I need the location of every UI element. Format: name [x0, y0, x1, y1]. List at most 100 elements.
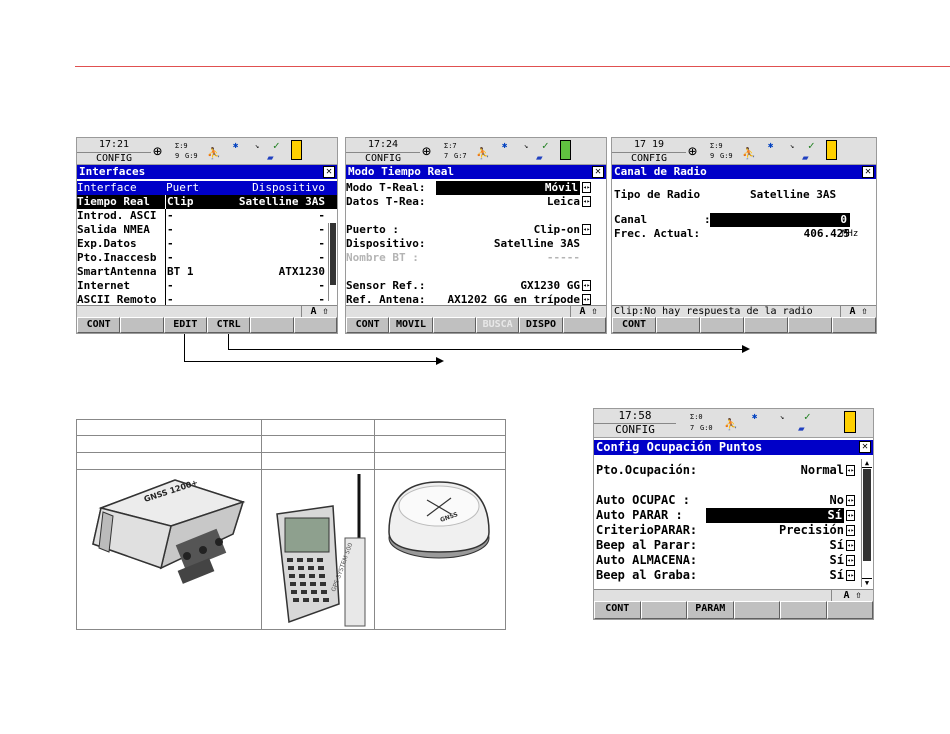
sat-count-right: G:9 [185, 152, 198, 160]
frequency-row: Frec. Actual: 406.425 MHz [612, 227, 876, 241]
tilt-icon: ↘ [790, 142, 795, 150]
field-row-pto-ocupaci-n[interactable]: Pto.Ocupación: Normal ◂▸ [594, 463, 873, 478]
rtk-rover-icon: ⛹ [207, 147, 221, 160]
radio-fields: Tipo de Radio Satelline 3AS Canal : 0 Fr… [612, 188, 876, 241]
field-row-auto-ocupac[interactable]: Auto OCUPAC : No ◂▸ [594, 493, 873, 508]
field-value[interactable]: Sí [706, 508, 844, 523]
field-row-datos-t-rea[interactable]: Datos T-Rea: Leica ◂▸ [346, 195, 606, 209]
choice-arrows-icon[interactable]: ◂▸ [582, 196, 591, 207]
table-row[interactable]: Internet - - [77, 279, 337, 293]
field-value[interactable]: Clip-on [436, 223, 580, 237]
tilt-icon: ↘ [780, 413, 785, 421]
fkey-dispo-button[interactable]: DISPO [519, 317, 563, 333]
choice-arrows-icon[interactable]: ◂▸ [846, 525, 855, 536]
table-row[interactable]: Exp.Datos - - [77, 237, 337, 251]
fkey-f4-button[interactable] [733, 601, 780, 619]
field-row-beep-al-parar[interactable]: Beep al Parar: Sí ◂▸ [594, 538, 873, 553]
field-value[interactable]: Móvil [436, 181, 580, 195]
fkey-param-button[interactable]: PARAM [687, 601, 734, 619]
field-value[interactable]: Sí [706, 538, 844, 553]
fkey-cont-button[interactable]: CONT [594, 601, 641, 619]
fkey-f6-button[interactable] [562, 317, 606, 333]
table-row[interactable]: Pto.Inaccesb - - [77, 251, 337, 265]
rtk-rover-icon: ⛹ [742, 147, 756, 160]
function-keys: CONT [612, 317, 876, 333]
battery-icon [844, 411, 856, 433]
table-row[interactable]: Salida NMEA - - [77, 223, 337, 237]
occupation-fields: Pto.Ocupación: Normal ◂▸ Auto OCUPAC : No ◂▸ A… [594, 463, 873, 583]
field-value[interactable]: Satelline 3AS [436, 237, 580, 251]
scrollbar[interactable] [328, 223, 337, 301]
field-row-puerto[interactable]: Puerto : Clip-on ◂▸ [346, 223, 606, 237]
occupation-config-screen: 17:58 CONFIG Σ:0 7 G:0 ⛹ ✱ ↘ ✓ ▰ Config O… [593, 408, 874, 620]
field-value[interactable]: Precisión [706, 523, 844, 538]
close-icon[interactable]: ✕ [859, 441, 871, 453]
rtk-rover-icon: ⛹ [724, 418, 738, 431]
fkey-f3-button[interactable] [432, 317, 476, 333]
battery-icon [560, 140, 571, 160]
fkey-f6-button[interactable] [832, 317, 876, 333]
field-row-beep-al-graba[interactable]: Beep al Graba: Sí ◂▸ [594, 568, 873, 583]
fkey-f2-button[interactable] [640, 601, 687, 619]
fkey-cont-button[interactable]: CONT [346, 317, 390, 333]
channel-input[interactable]: 0 [710, 213, 850, 227]
scrollbar[interactable]: ▲ ▼ [861, 459, 872, 587]
fkey-f3-button[interactable] [700, 317, 744, 333]
field-value[interactable]: Normal [706, 463, 844, 478]
choice-arrows-icon[interactable]: ◂▸ [582, 294, 591, 305]
page-title: Canal de Radio ✕ [612, 165, 876, 179]
fkey-f2-button[interactable] [120, 317, 164, 333]
field-row-criterioparar[interactable]: CriterioPARAR: Precisión ◂▸ [594, 523, 873, 538]
field-value[interactable]: GX1230 GG [436, 279, 580, 293]
sat-count-left: 7 [690, 424, 695, 432]
radio-channel-screen: 17 19 CONFIG ⊕ Σ:9 9 G:9 ⛹ ✱ ↘ ✓ ▰ Canal … [611, 137, 877, 334]
fkey-f6-button[interactable] [826, 601, 873, 619]
field-label: Beep al Parar: [596, 538, 698, 552]
choice-arrows-icon[interactable]: ◂▸ [582, 182, 591, 193]
radio-type-row: Tipo de Radio Satelline 3AS [612, 188, 876, 204]
fkey-cont-button[interactable]: CONT [77, 317, 121, 333]
choice-arrows-icon[interactable]: ◂▸ [846, 570, 855, 581]
close-icon[interactable]: ✕ [592, 166, 604, 178]
field-value[interactable]: No [706, 493, 844, 508]
close-icon[interactable]: ✕ [862, 166, 874, 178]
position-status-icon: ⊕ [688, 142, 698, 160]
choice-arrows-icon[interactable]: ◂▸ [846, 510, 855, 521]
interface-port: - [167, 279, 174, 292]
field-label: Beep al Graba: [596, 568, 698, 582]
fkey-f4-button[interactable] [744, 317, 788, 333]
choice-arrows-icon[interactable]: ◂▸ [846, 540, 855, 551]
fkey-movil-button[interactable]: MOVIL [389, 317, 433, 333]
fkey-edit-button[interactable]: EDIT [163, 317, 207, 333]
choice-arrows-icon[interactable]: ◂▸ [846, 495, 855, 506]
fkey-f5-button[interactable] [250, 317, 294, 333]
field-row-auto-parar[interactable]: Auto PARAR : Sí ◂▸ [594, 508, 873, 523]
field-row-sensor-ref[interactable]: Sensor Ref.: GX1230 GG ◂▸ [346, 279, 606, 293]
fkey-cont-button[interactable]: CONT [612, 317, 656, 333]
choice-arrows-icon[interactable]: ◂▸ [582, 224, 591, 235]
choice-arrows-icon[interactable]: ◂▸ [846, 555, 855, 566]
fkey-ctrl-button[interactable]: CTRL [206, 317, 251, 333]
realtime-mode-screen: 17:24 CONFIG ⊕ Σ:7 7 G:7 ⛹ ✱ ↘ ✓ ▰ Modo T… [345, 137, 607, 334]
controller-image: GPS SYSTEM 500 [276, 474, 366, 627]
fkey-busca-button[interactable]: BUSCA [475, 317, 520, 333]
interface-device: - [318, 237, 325, 250]
choice-arrows-icon[interactable]: ◂▸ [582, 280, 591, 291]
field-value[interactable]: Leica [436, 195, 580, 209]
table-row[interactable]: Tiempo Real Clip Satelline 3AS [77, 195, 337, 209]
sat-count-left: 9 [175, 152, 180, 160]
fkey-f6-button[interactable] [293, 317, 337, 333]
field-row-dispositivo[interactable]: Dispositivo: Satelline 3AS [346, 237, 606, 251]
field-value[interactable]: ----- [436, 251, 580, 265]
choice-arrows-icon[interactable]: ◂▸ [846, 465, 855, 476]
close-icon[interactable]: ✕ [323, 166, 335, 178]
fkey-f2-button[interactable] [656, 317, 700, 333]
field-value[interactable]: Sí [706, 568, 844, 583]
field-row-modo-t-real[interactable]: Modo T-Real: Móvil ◂▸ [346, 181, 606, 195]
fkey-f5-button[interactable] [780, 601, 827, 619]
table-row[interactable]: SmartAntenna BT 1 ATX1230 [77, 265, 337, 279]
table-row[interactable]: Introd. ASCI - - [77, 209, 337, 223]
field-row-auto-almacena[interactable]: Auto ALMACENA: Sí ◂▸ [594, 553, 873, 568]
fkey-f5-button[interactable] [788, 317, 832, 333]
field-value[interactable]: Sí [706, 553, 844, 568]
